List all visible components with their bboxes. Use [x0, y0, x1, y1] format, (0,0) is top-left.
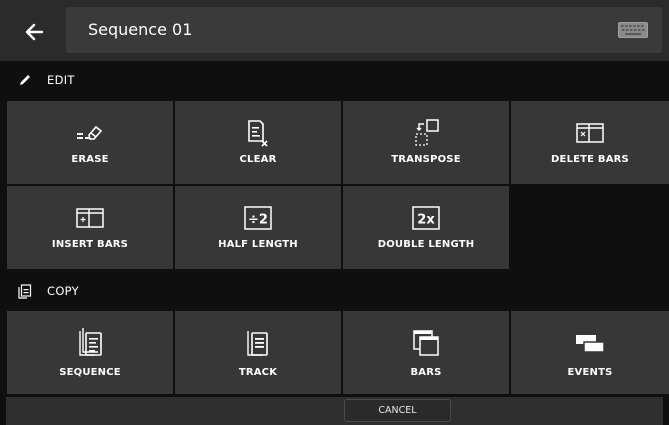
delete-bars-icon: [570, 117, 610, 149]
copy-bars-button[interactable]: BARS: [343, 311, 509, 394]
half-length-label: HALF LENGTH: [218, 239, 298, 250]
copy-bars-label: BARS: [410, 367, 442, 378]
copy-events-icon: [570, 327, 610, 359]
insert-bars-icon: [70, 202, 110, 234]
eraser-icon: [70, 117, 110, 149]
keyboard-icon[interactable]: [618, 22, 648, 38]
transpose-icon: [406, 117, 446, 149]
back-button[interactable]: [14, 14, 54, 50]
delete-bars-button[interactable]: DELETE BARS: [511, 101, 669, 184]
arrow-left-icon: [25, 23, 44, 41]
transpose-label: TRANSPOSE: [391, 154, 461, 165]
half-length-glyph: ÷2: [248, 213, 268, 228]
double-length-icon: 2x: [406, 202, 446, 234]
sequence-name: Sequence 01: [88, 20, 193, 39]
copy-sequence-button[interactable]: SEQUENCE: [7, 311, 173, 394]
insert-bars-label: INSERT BARS: [51, 239, 129, 250]
erase-label: ERASE: [71, 154, 109, 165]
double-length-button[interactable]: 2x DOUBLE LENGTH: [343, 186, 509, 269]
bottom-bar: CANCEL: [6, 397, 663, 425]
copy-track-button[interactable]: TRACK: [175, 311, 341, 394]
copy-section-header: COPY: [0, 272, 669, 310]
top-bar: Sequence 01: [0, 0, 669, 61]
copy-events-button[interactable]: EVENTS: [511, 311, 669, 394]
clear-label: CLEAR: [239, 154, 277, 165]
copy-track-label: TRACK: [238, 367, 278, 378]
edit-section-header: EDIT: [0, 61, 669, 99]
delete-bars-label: DELETE BARS: [551, 154, 629, 165]
transpose-button[interactable]: TRANSPOSE: [343, 101, 509, 184]
copy-track-icon: [238, 327, 278, 359]
half-length-button[interactable]: ÷2 HALF LENGTH: [175, 186, 341, 269]
copy-icon: [17, 283, 33, 299]
sequence-name-field[interactable]: Sequence 01: [66, 7, 662, 53]
cancel-button[interactable]: CANCEL: [344, 399, 451, 422]
insert-bars-button[interactable]: INSERT BARS: [7, 186, 173, 269]
double-length-label: DOUBLE LENGTH: [377, 239, 475, 250]
edit-section-label: EDIT: [47, 73, 75, 87]
clear-button[interactable]: CLEAR: [175, 101, 341, 184]
clear-list-icon: [238, 117, 278, 149]
erase-button[interactable]: ERASE: [7, 101, 173, 184]
copy-section-label: COPY: [47, 284, 79, 298]
half-length-icon: ÷2: [238, 202, 278, 234]
pencil-icon: [17, 72, 33, 88]
copy-bars-icon: [406, 327, 446, 359]
double-length-glyph: 2x: [417, 213, 435, 228]
copy-events-label: EVENTS: [567, 367, 613, 378]
copy-sequence-icon: [70, 327, 110, 359]
copy-sequence-label: SEQUENCE: [59, 367, 121, 378]
